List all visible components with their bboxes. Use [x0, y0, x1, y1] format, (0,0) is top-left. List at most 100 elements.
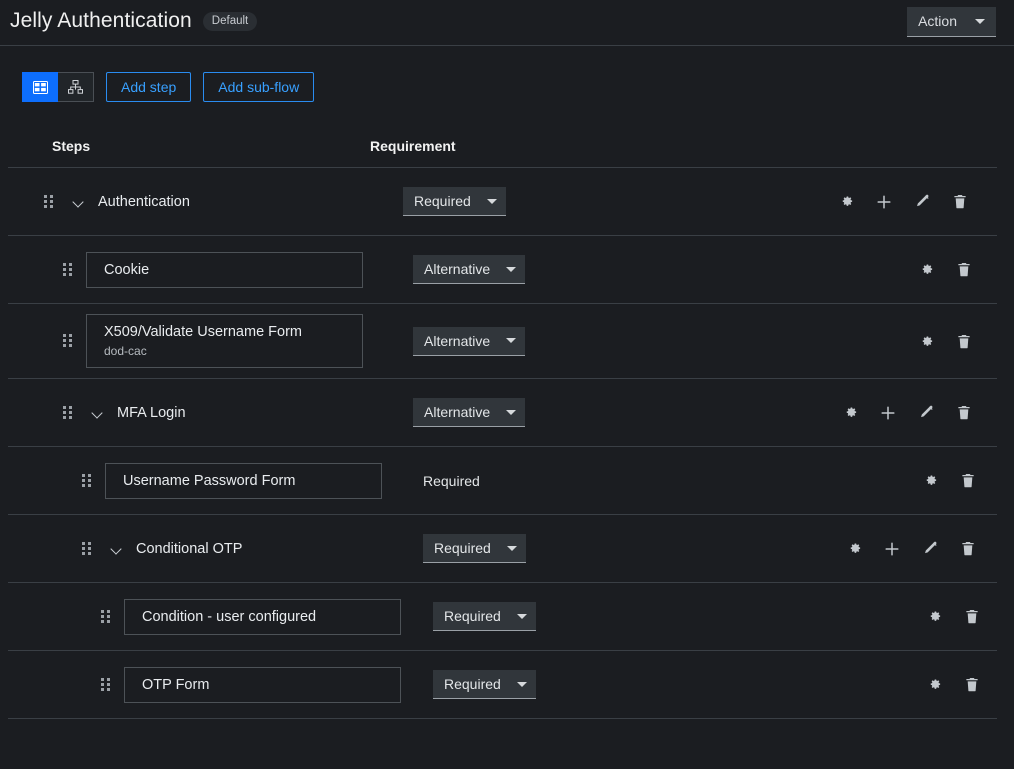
column-header-requirement: Requirement — [370, 137, 456, 154]
requirement-cell: Required — [403, 187, 834, 216]
add-step-button[interactable]: Add step — [106, 72, 192, 102]
trash-icon — [961, 541, 975, 556]
trash-button[interactable] — [956, 537, 980, 561]
plus-icon — [880, 405, 896, 421]
table-row: OTP Form Required — [8, 651, 997, 719]
table-view-toggle[interactable] — [22, 72, 58, 102]
plus-button[interactable] — [872, 190, 896, 214]
chevron-down-icon — [516, 681, 527, 687]
trash-icon — [957, 334, 971, 349]
trash-button[interactable] — [952, 258, 976, 282]
step-cell: OTP Form — [8, 666, 403, 703]
step-name-value: X509/Validate Username Form — [104, 324, 302, 340]
gear-button[interactable] — [922, 673, 946, 697]
table-header-row: Steps Requirement — [8, 124, 997, 168]
page-header: Jelly Authentication Default Action — [0, 0, 1014, 46]
gear-button[interactable] — [918, 469, 942, 493]
chevron-down-icon[interactable] — [90, 405, 106, 421]
trash-button[interactable] — [952, 401, 976, 425]
gear-button[interactable] — [834, 190, 858, 214]
drag-handle-icon[interactable] — [82, 473, 93, 488]
chevron-down-icon[interactable] — [109, 541, 125, 557]
drag-handle-icon[interactable] — [101, 677, 112, 692]
step-cell: Authentication — [8, 194, 403, 210]
group-label: Conditional OTP — [136, 540, 243, 557]
step-name-value: OTP Form — [142, 676, 210, 693]
step-name-field[interactable]: X509/Validate Username Form dod-cac — [86, 314, 363, 368]
row-actions — [914, 329, 997, 353]
trash-icon — [953, 194, 967, 209]
drag-handle-icon[interactable] — [44, 194, 55, 209]
drag-handle-icon[interactable] — [82, 541, 93, 556]
requirement-value: Alternative — [424, 261, 491, 277]
requirement-value: Alternative — [424, 332, 491, 349]
gear-button[interactable] — [914, 329, 938, 353]
table-row: X509/Validate Username Form dod-cac Altern… — [8, 304, 997, 379]
chevron-down-icon[interactable] — [71, 194, 87, 210]
step-name-field[interactable]: Cookie — [86, 251, 363, 288]
step-name-field[interactable]: OTP Form — [124, 666, 401, 703]
plus-button[interactable] — [876, 401, 900, 425]
trash-icon — [965, 677, 979, 692]
gear-button[interactable] — [842, 537, 866, 561]
drag-handle-icon[interactable] — [63, 405, 74, 420]
requirement-cell: Required — [403, 534, 842, 563]
requirement-value: Required — [444, 608, 501, 624]
gear-button[interactable] — [838, 401, 862, 425]
requirement-value: Alternative — [424, 404, 491, 420]
plus-button[interactable] — [880, 537, 904, 561]
row-actions — [918, 469, 997, 493]
step-name-field[interactable]: Condition - user configured — [124, 598, 401, 635]
requirement-dropdown[interactable]: Required — [433, 670, 536, 699]
drag-handle-icon[interactable] — [101, 609, 112, 624]
trash-icon — [957, 405, 971, 420]
gear-icon — [927, 677, 942, 692]
step-cell: Username Password Form — [8, 462, 403, 499]
trash-button[interactable] — [952, 329, 976, 353]
requirement-dropdown[interactable]: Alternative — [413, 255, 526, 284]
chevron-down-icon — [516, 613, 527, 619]
requirement-value: Required — [444, 676, 501, 692]
requirement-dropdown[interactable]: Required — [433, 602, 536, 631]
trash-button[interactable] — [948, 190, 972, 214]
pencil-icon — [915, 194, 930, 209]
action-dropdown[interactable]: Action — [907, 6, 996, 37]
step-cell: Conditional OTP — [8, 541, 403, 557]
requirement-dropdown[interactable]: Required — [423, 534, 526, 563]
requirement-dropdown[interactable]: Alternative — [413, 398, 526, 427]
requirement-cell: Alternative — [403, 326, 914, 356]
requirement-dropdown[interactable]: Required — [403, 187, 506, 216]
gear-button[interactable] — [914, 258, 938, 282]
add-subflow-button[interactable]: Add sub-flow — [203, 72, 315, 102]
row-actions — [834, 190, 997, 214]
trash-icon — [961, 473, 975, 488]
pencil-icon — [919, 405, 934, 420]
row-actions — [838, 401, 997, 425]
view-toggle-group — [22, 72, 94, 102]
trash-button[interactable] — [960, 673, 984, 697]
step-name-field[interactable]: Username Password Form — [105, 462, 382, 499]
table-row: Conditional OTP Required — [8, 515, 997, 583]
drag-handle-icon[interactable] — [63, 262, 74, 277]
action-dropdown-label: Action — [918, 13, 957, 29]
trash-icon — [965, 609, 979, 624]
drag-handle-icon[interactable] — [63, 334, 74, 348]
requirement-cell: Required — [403, 473, 918, 489]
gear-icon — [839, 194, 854, 209]
pencil-button[interactable] — [918, 537, 942, 561]
gear-icon — [923, 473, 938, 488]
requirement-cell: Alternative — [403, 398, 838, 427]
trash-button[interactable] — [956, 469, 980, 493]
chevron-down-icon — [506, 266, 517, 272]
chevron-down-icon — [975, 18, 985, 24]
trash-button[interactable] — [960, 605, 984, 629]
pencil-button[interactable] — [914, 401, 938, 425]
requirement-cell: Required — [403, 670, 922, 699]
pencil-button[interactable] — [910, 190, 934, 214]
table-row: Authentication Required — [8, 168, 997, 236]
diagram-view-toggle[interactable] — [58, 72, 94, 102]
requirement-dropdown[interactable]: Alternative — [413, 326, 526, 356]
step-cell: Condition - user configured — [8, 598, 403, 635]
gear-button[interactable] — [922, 605, 946, 629]
step-cell: X509/Validate Username Form dod-cac — [8, 314, 403, 368]
